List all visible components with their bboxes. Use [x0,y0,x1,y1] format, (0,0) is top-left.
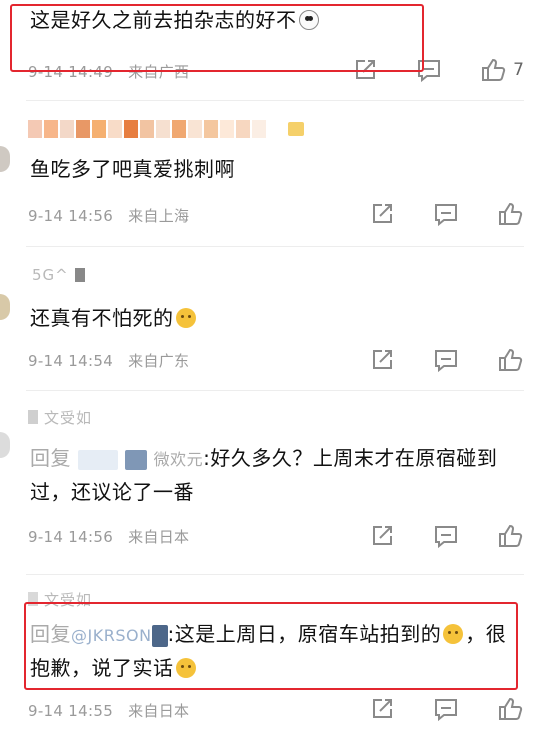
comment-date: 9-14 14:55 [28,702,114,720]
comment-location: 来自日本 [128,702,190,720]
avatar [0,432,10,458]
smile-emoji-icon [443,624,464,644]
comment-icon[interactable] [432,200,460,228]
comment-item: 文受如 回复 微欢元:好久多久？上周末才在原宿碰到过，还议论了一番 9-14 1… [0,390,550,574]
like-icon[interactable] [496,346,524,374]
comment-username: 文受如 [28,588,96,610]
comment-date: 9-14 14:56 [28,207,114,225]
like-icon[interactable] [496,200,524,228]
comment-item: 文受如 回复@JKRSON:这是上周日，原宿车站拍到的 ，很抱歉，说了实话 9-1… [0,574,550,731]
comment-actions [368,346,524,374]
comment-date: 9-14 14:56 [28,528,114,546]
comment-date: 9-14 14:54 [28,352,114,370]
share-icon[interactable] [351,56,379,84]
like-icon[interactable] [496,695,524,723]
comment-actions [368,200,524,228]
comment-icon[interactable] [432,695,460,723]
comment-username: 5G^ [28,264,85,286]
comment-meta: 9-14 14:56 来自上海 [28,205,189,226]
comment-location: 来自上海 [128,207,190,225]
comment-date: 9-14 14:49 [28,63,114,81]
comment-content: 鱼吃多了吧真爱挑刺啊 [30,157,235,181]
share-icon[interactable] [368,200,396,228]
comment-content: 回复@JKRSON:这是上周日，原宿车站拍到的 ，很抱歉，说了实话 [30,622,507,680]
smile-emoji-icon [175,308,196,328]
shocked-emoji-icon [298,10,319,30]
like-icon [479,56,507,84]
badge-icon [288,122,304,136]
avatar [0,146,10,172]
like-button[interactable]: 7 [479,56,524,84]
comment-meta: 9-14 14:56 来自日本 [28,526,189,547]
comment-actions [368,695,524,723]
smile-emoji-icon [175,658,196,678]
comment-icon[interactable] [432,522,460,550]
comment-username [28,118,304,140]
comment-meta: 9-14 14:55 来自日本 [28,700,189,721]
comment-meta: 9-14 14:49 来自广西 [28,61,189,82]
share-icon[interactable] [368,695,396,723]
comment-content: 回复 微欢元:好久多久？上周末才在原宿碰到过，还议论了一番 [30,446,498,504]
comment-actions [368,522,524,550]
comment-item: 这是好久之前去拍杂志的好不 9-14 14:49 来自广西 7 [0,0,550,100]
comment-item: 鱼吃多了吧真爱挑刺啊 9-14 14:56 来自上海 [0,100,550,246]
comment-actions: 7 [351,56,524,84]
comment-meta: 9-14 14:54 来自广东 [28,350,189,371]
comment-username: 文受如 [28,406,96,428]
comment-item: 5G^ 还真有不怕死的 9-14 14:54 来自广东 [0,246,550,390]
share-icon[interactable] [368,346,396,374]
comment-content: 还真有不怕死的 [30,302,510,334]
comment-icon[interactable] [432,346,460,374]
avatar [0,294,10,320]
comment-location: 来自广东 [128,352,190,370]
comment-content: 这是好久之前去拍杂志的好不 [30,4,510,36]
comment-location: 来自广西 [128,63,190,81]
share-icon[interactable] [368,522,396,550]
like-icon[interactable] [496,522,524,550]
like-count: 7 [513,60,524,80]
comment-location: 来自日本 [128,528,190,546]
comment-icon[interactable] [415,56,443,84]
